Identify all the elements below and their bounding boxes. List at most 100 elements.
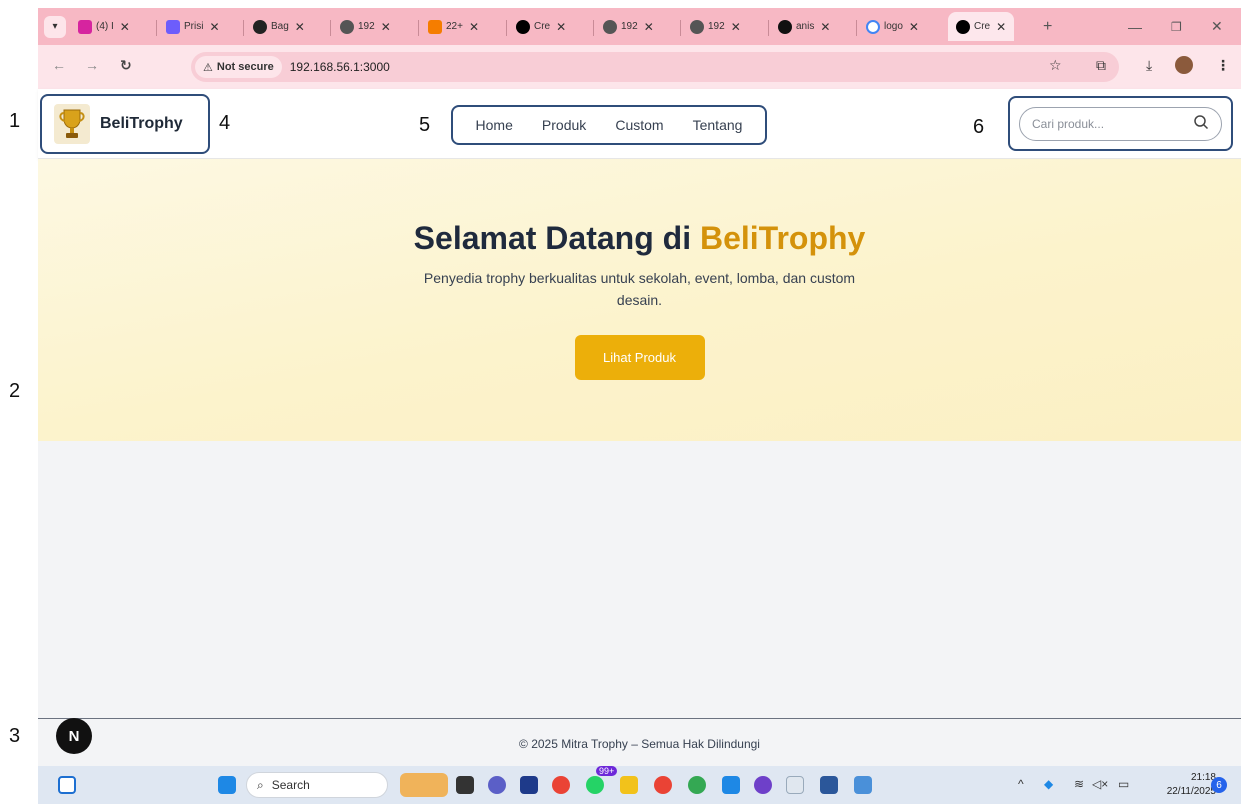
hero-subtitle: Penyedia trophy berkualitas untuk sekola…: [423, 270, 856, 308]
tab-search-button[interactable]: ▾: [44, 12, 66, 41]
annotation-4: 4: [219, 112, 231, 134]
tab-divider: [506, 20, 507, 36]
brand-logo-link[interactable]: BeliTrophy: [40, 94, 210, 154]
snipping-tool-icon[interactable]: [786, 776, 804, 794]
windows-start-icon[interactable]: [218, 776, 236, 794]
window-close-icon[interactable]: ✕: [1211, 12, 1223, 41]
battery-icon[interactable]: ▭: [1118, 777, 1129, 791]
view-products-button[interactable]: Lihat Produk: [574, 335, 705, 380]
close-icon[interactable]: ✕: [381, 20, 391, 34]
search-box[interactable]: [1019, 107, 1222, 141]
browser-tab[interactable]: anis ✕: [778, 12, 830, 41]
notification-badge[interactable]: 6: [1211, 777, 1227, 793]
url-text[interactable]: 192.168.56.1:3000: [290, 60, 390, 74]
instagram-icon: [78, 19, 92, 34]
close-icon[interactable]: ✕: [295, 20, 305, 34]
browser-tab[interactable]: Bag ✕: [253, 12, 305, 41]
tab-divider: [330, 20, 331, 36]
tab-divider: [768, 20, 769, 36]
nav-link-produk[interactable]: Produk: [542, 117, 586, 133]
hero-title: Selamat Datang di BeliTrophy: [38, 220, 1241, 257]
nav-link-home[interactable]: Home: [476, 117, 513, 133]
widgets-icon[interactable]: [58, 776, 76, 794]
tab-title: 192: [621, 21, 638, 32]
address-bar[interactable]: ⚠ Not secure 192.168.56.1:3000: [191, 52, 1119, 82]
notepad-icon[interactable]: [854, 776, 872, 794]
os-taskbar: ⌕ Search 99+ ^ ◆ ≋ ◁× ▭ 21:18 22/11/2025…: [38, 766, 1241, 804]
minimize-icon[interactable]: —: [1128, 12, 1142, 41]
close-icon[interactable]: ✕: [209, 20, 219, 34]
close-icon[interactable]: ✕: [909, 20, 919, 34]
tab-title: logo: [884, 21, 903, 32]
close-icon[interactable]: ✕: [120, 20, 130, 34]
browser-toolbar: ← → ↻ ⚠ Not secure 192.168.56.1:3000 ☆ ⧉…: [38, 45, 1241, 89]
security-tray-icon[interactable]: ◆: [1044, 777, 1053, 791]
search-icon[interactable]: [1193, 114, 1209, 135]
prisma-icon: [166, 19, 180, 34]
search-container: [1008, 96, 1233, 151]
extensions-icon[interactable]: ⧉: [1096, 57, 1106, 74]
tab-divider: [243, 20, 244, 36]
tab-divider: [418, 20, 419, 36]
browser-tab-active[interactable]: Cre ✕: [948, 12, 1015, 41]
close-icon[interactable]: ✕: [731, 20, 741, 34]
browser-tab[interactable]: 192 ✕: [603, 12, 654, 41]
github-desktop-icon[interactable]: [754, 776, 772, 794]
restore-icon[interactable]: ❐: [1171, 12, 1182, 41]
menu-kebab-icon[interactable]: ⋮: [1216, 57, 1230, 74]
taskbar-search[interactable]: ⌕ Search: [246, 772, 388, 798]
nav-link-custom[interactable]: Custom: [615, 117, 663, 133]
footer-copyright: © 2025 Mitra Trophy – Semua Hak Dilindun…: [519, 737, 760, 751]
new-tab-icon[interactable]: +: [1043, 12, 1052, 41]
browser-tab[interactable]: logo ✕: [866, 12, 919, 41]
whatsapp-icon[interactable]: [586, 776, 604, 794]
blogger-icon: [428, 19, 442, 34]
security-chip[interactable]: ⚠ Not secure: [195, 56, 282, 78]
close-icon[interactable]: ✕: [996, 20, 1006, 34]
main-nav: Home Produk Custom Tentang: [451, 105, 767, 145]
reload-icon[interactable]: ↻: [120, 57, 132, 74]
wifi-icon[interactable]: ≋: [1074, 777, 1084, 791]
teams-icon[interactable]: [488, 776, 506, 794]
taskbar-clock[interactable]: 21:18 22/11/2025: [1156, 771, 1216, 799]
browser-tab[interactable]: 192 ✕: [690, 12, 741, 41]
word-icon[interactable]: [820, 776, 838, 794]
forward-icon[interactable]: →: [85, 57, 99, 73]
back-icon[interactable]: ←: [52, 57, 66, 73]
tray-chevron-icon[interactable]: ^: [1018, 777, 1024, 791]
whatsapp-badge: 99+: [596, 766, 618, 776]
download-icon[interactable]: ⤓: [1146, 57, 1152, 74]
openai-icon: [253, 19, 267, 34]
annotation-5: 5: [419, 114, 431, 136]
vscode-icon[interactable]: [722, 776, 740, 794]
search-input[interactable]: [1032, 117, 1182, 131]
hero-title-prefix: Selamat Datang di: [413, 220, 700, 256]
close-icon[interactable]: ✕: [556, 20, 566, 34]
tab-divider: [680, 20, 681, 36]
browser-tabstrip: ▾ (4) I ✕ Prisi ✕ Bag ✕ 192 ✕ 22+ ✕ Cre …: [38, 8, 1241, 45]
chrome-profile-2-icon[interactable]: [688, 776, 706, 794]
nav-link-tentang[interactable]: Tentang: [693, 117, 743, 133]
chrome-icon[interactable]: [552, 776, 570, 794]
store-icon[interactable]: [520, 776, 538, 794]
browser-tab[interactable]: (4) I ✕: [78, 12, 130, 41]
bookmark-star-icon[interactable]: ☆: [1049, 57, 1062, 74]
close-icon[interactable]: ✕: [469, 20, 479, 34]
globe-icon: [340, 19, 354, 34]
profile-avatar[interactable]: [1175, 56, 1193, 74]
browser-tab[interactable]: 22+ ✕: [428, 12, 479, 41]
tab-title: Cre: [534, 21, 551, 32]
chrome-profile-icon[interactable]: [654, 776, 672, 794]
task-view-icon[interactable]: [456, 776, 474, 794]
page-content: [38, 441, 1241, 718]
tab-title: 192: [708, 21, 725, 32]
browser-tab[interactable]: Prisi ✕: [166, 12, 220, 41]
volume-muted-icon[interactable]: ◁×: [1092, 777, 1108, 791]
file-explorer-icon[interactable]: [620, 776, 638, 794]
close-icon[interactable]: ✕: [644, 20, 654, 34]
close-icon[interactable]: ✕: [820, 20, 830, 34]
news-widget-icon[interactable]: [400, 773, 448, 797]
browser-tab[interactable]: Cre ✕: [516, 12, 566, 41]
tab-title: (4) I: [96, 21, 114, 32]
browser-tab[interactable]: 192 ✕: [340, 12, 391, 41]
